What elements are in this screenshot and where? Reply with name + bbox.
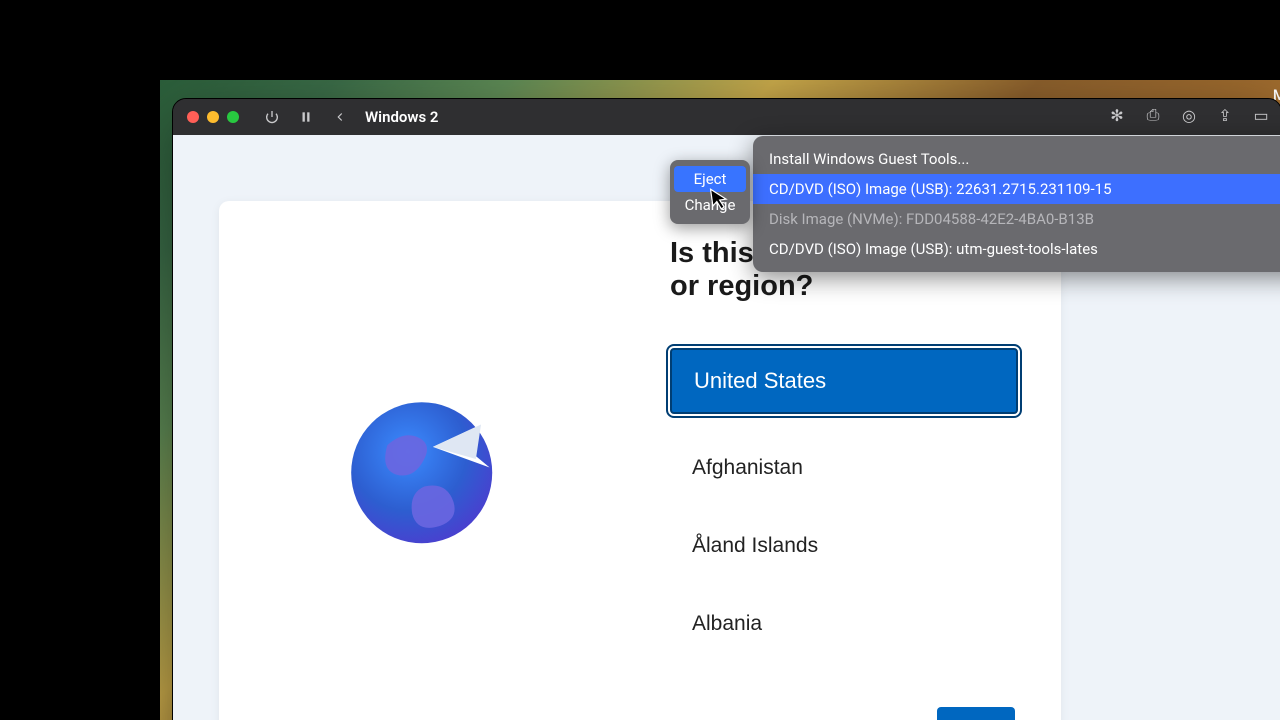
maximize-button[interactable]	[227, 111, 239, 123]
minimize-button[interactable]	[207, 111, 219, 123]
oobe-card: Is this the right country or region? Uni…	[219, 201, 1061, 720]
cursor-icon	[709, 186, 730, 212]
traffic-lights	[187, 111, 239, 123]
menu-item-drive-2[interactable]: CD/DVD (ISO) Image (USB): utm-guest-tool…	[753, 234, 1280, 264]
pause-icon[interactable]	[293, 104, 319, 130]
vm-window: Windows 2 ✻ ⎙ ◎ ⇪ ▭	[172, 98, 1280, 720]
region-item-selected[interactable]: United States	[670, 348, 1018, 414]
toolbar-right: ✻ ⎙ ◎ ⇪ ▭	[1107, 105, 1271, 125]
oobe-right: Is this the right country or region? Uni…	[670, 237, 1018, 648]
drive-menu: Install Windows Guest Tools... CD/DVD (I…	[753, 136, 1280, 272]
share-icon[interactable]: ⇪	[1215, 105, 1235, 125]
yes-button[interactable]: Yes	[937, 707, 1015, 720]
power-icon[interactable]	[259, 104, 285, 130]
region-item[interactable]: Afghanistan	[670, 444, 1018, 492]
oobe-illustration	[219, 201, 633, 720]
menu-item-drive-0[interactable]: CD/DVD (ISO) Image (USB): 22631.2715.231…	[753, 174, 1280, 204]
window-title: Windows 2	[365, 108, 438, 126]
desktop-wallpaper: M Windows 2 ✻ ⎙ ◎ ⇪ ▭	[160, 80, 1280, 720]
window-icon[interactable]: ▭	[1251, 105, 1271, 125]
region-item[interactable]: Albania	[670, 600, 1018, 648]
titlebar: Windows 2 ✻ ⎙ ◎ ⇪ ▭	[173, 99, 1280, 135]
menu-item-drive-1[interactable]: Disk Image (NVMe): FDD04588-42E2-4BA0-B1…	[753, 204, 1280, 234]
disc-icon[interactable]: ◎	[1179, 105, 1199, 125]
print-icon[interactable]: ⎙	[1143, 105, 1163, 125]
globe-icon	[340, 385, 512, 557]
region-list: United States Afghanistan Åland Islands …	[670, 348, 1018, 648]
close-button[interactable]	[187, 111, 199, 123]
region-item[interactable]: Åland Islands	[670, 522, 1018, 570]
menu-item-install-guest-tools[interactable]: Install Windows Guest Tools...	[753, 144, 1280, 174]
back-icon[interactable]	[327, 104, 353, 130]
brightness-icon[interactable]: ✻	[1107, 105, 1127, 125]
